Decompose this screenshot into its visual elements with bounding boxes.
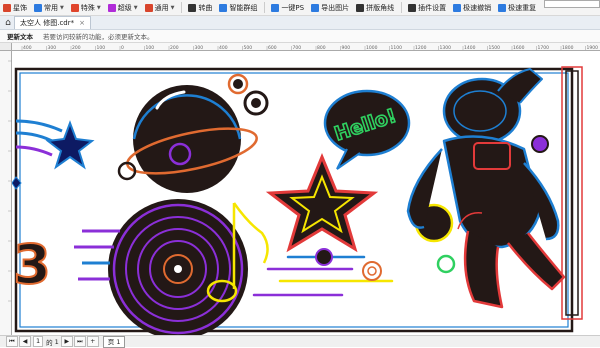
document-tab-label: 太空人 修图.cdr*	[20, 19, 75, 27]
chevron-down-icon[interactable]: ▼	[134, 5, 138, 11]
toolbar-button-label: 一键PS	[281, 3, 305, 12]
toolbar-button-4[interactable]: 通用 ▼	[142, 1, 178, 15]
vinyl-record-shape	[74, 199, 248, 339]
page-of-label: 的	[46, 338, 53, 347]
toolbar-button-label: 特殊	[80, 3, 95, 12]
toolbar-button-11[interactable]: 极速撤销	[450, 1, 494, 15]
toolbar-button-1[interactable]: 常用 ▼	[31, 1, 67, 15]
chevron-down-icon[interactable]: ▼	[60, 5, 64, 11]
toolbar-button-6[interactable]: 智能群组	[216, 1, 260, 15]
home-icon[interactable]: ⌂	[2, 17, 14, 29]
document-tabbar: ⌂ 太空人 修图.cdr* ×	[0, 16, 600, 30]
toolbar-button-label: 星饰	[13, 3, 27, 12]
hello-speech-bubble: Hello!	[323, 89, 411, 170]
general-icon	[144, 3, 153, 12]
toolbar-button-0[interactable]: 星饰	[0, 1, 30, 15]
toolbar-separator	[264, 2, 266, 13]
toolbar-button-label: 插件设置	[418, 3, 447, 12]
export-image-icon	[311, 3, 320, 12]
close-tab-icon[interactable]: ×	[79, 19, 85, 27]
toolbar-button-8[interactable]: 导出图片	[308, 1, 352, 15]
toolbar-button-label: 超级	[117, 3, 132, 12]
crop-marks-icon	[356, 3, 365, 12]
toolbar-button-10[interactable]: 插件设置	[405, 1, 449, 15]
drawing-canvas[interactable]: Hello! 3	[11, 51, 600, 339]
next-page-button[interactable]: ▶	[60, 336, 73, 347]
convert-curve-icon	[188, 3, 197, 12]
toolbar-separator	[401, 2, 403, 13]
page-navigator: ⏮ ◀ 1 的 1 ▶ ⏭ + 页 1	[0, 335, 600, 348]
add-page-button[interactable]: +	[86, 336, 99, 347]
toolbar-button-9[interactable]: 拼版角线	[353, 1, 397, 15]
photoshop-icon	[271, 3, 280, 12]
first-page-button[interactable]: ⏮	[6, 336, 18, 347]
update-text-bar: 更新文本 若要访问较新的功能，必须更新文本。	[0, 30, 600, 43]
document-tab[interactable]: 太空人 修图.cdr* ×	[14, 16, 91, 29]
toolbar-button-label: 拼版角线	[366, 3, 395, 12]
neon-number-three: 3	[13, 233, 51, 296]
toolbar-button-label: 通用	[154, 3, 169, 12]
astronaut-shape	[406, 68, 566, 309]
page-tab[interactable]: 页 1	[102, 335, 126, 348]
update-text-title: 更新文本	[7, 33, 33, 41]
common-icon	[34, 3, 42, 12]
prev-page-button[interactable]: ◀	[19, 336, 31, 347]
comet-star-shape	[15, 119, 95, 170]
special-icon	[70, 3, 79, 12]
toolbar-button-12[interactable]: 极速重复	[495, 1, 539, 15]
horizontal-ruler[interactable]: 400 300 200 100 0 100 200 300 400 500 600 700 800 900…	[12, 43, 600, 51]
toolbar-button-7[interactable]: 一键PS	[268, 1, 307, 15]
last-page-button[interactable]: ⏭	[73, 336, 86, 347]
undo-icon	[453, 3, 462, 12]
redo-icon	[498, 3, 507, 12]
update-text-message: 若要访问较新的功能，必须更新文本。	[43, 33, 154, 41]
toolbar-button-label: 极速撤销	[463, 3, 492, 12]
vertical-ruler-ticks	[8, 60, 12, 302]
toolbar-button-label: 极速重复	[508, 3, 537, 12]
toolbar-button-label: 常用	[44, 3, 58, 12]
toolbar-button-label: 智能群组	[229, 3, 258, 12]
neon-star-shape	[265, 153, 379, 253]
super-icon	[107, 3, 116, 12]
toolbar-separator	[181, 2, 183, 13]
toolbar-button-2[interactable]: 特殊 ▼	[68, 1, 104, 15]
vertical-ruler[interactable]	[0, 51, 12, 335]
toolbar-button-label: 导出图片	[321, 3, 350, 12]
gear-icon	[408, 3, 417, 12]
planet-shape	[126, 85, 258, 193]
plugin-toolbar: 星饰 常用 ▼ 特殊 ▼ 超级 ▼ 通用 ▼ 转曲 智能群组 一键PS 导出图片 拼版角线 插件设置 极速撤销…	[0, 0, 600, 16]
chevron-down-icon[interactable]: ▼	[171, 5, 175, 11]
toolbar-button-5[interactable]: 转曲	[185, 1, 215, 15]
smart-group-icon	[219, 3, 228, 12]
chevron-down-icon[interactable]: ▼	[97, 5, 101, 11]
current-page-field[interactable]: 1	[33, 336, 44, 347]
toolbar-button-label: 转曲	[198, 3, 213, 12]
ruler-origin[interactable]	[0, 43, 12, 51]
page-total: 1	[54, 337, 59, 346]
toolbar-button-3[interactable]: 超级 ▼	[105, 1, 141, 15]
astronaut-artwork: Hello! 3	[11, 66, 583, 339]
docker-panel-edge	[544, 0, 600, 8]
horizontal-ruler-ticks: 400 300 200 100 0 100 200 300 400 500 600 700 800 900…	[21, 45, 598, 50]
star-tool-icon	[3, 3, 11, 12]
